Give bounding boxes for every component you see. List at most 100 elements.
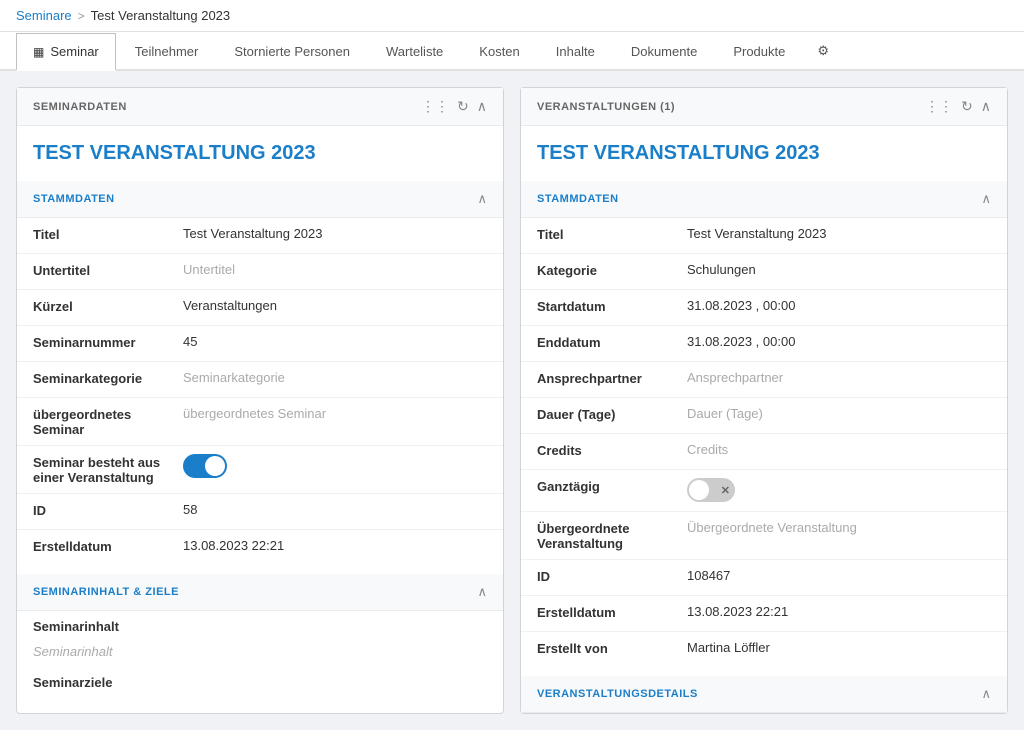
settings-icon: ⚙ (817, 43, 829, 59)
toggle-on[interactable] (183, 454, 227, 478)
r-field-id-label: ID (537, 568, 687, 584)
r-field-enddatum-label: Enddatum (537, 334, 687, 350)
breadcrumb-link[interactable]: Seminare (16, 8, 72, 23)
field-seminarkategorie-label: Seminarkategorie (33, 370, 183, 386)
r-field-ansprechpartner-label: Ansprechpartner (537, 370, 687, 386)
left-seminarinhalt-label: SEMINARINHALT & ZIELE (33, 586, 179, 598)
tab-produkte-label: Produkte (733, 44, 785, 59)
left-stammdaten-chevron[interactable]: ∧ (477, 191, 487, 207)
r-field-titel-label: Titel (537, 226, 687, 242)
right-stammdaten-chevron[interactable]: ∧ (981, 191, 991, 207)
tab-kosten-label: Kosten (479, 44, 519, 59)
r-field-credits-label: Credits (537, 442, 687, 458)
field-seminarnummer: Seminarnummer 45 (17, 326, 503, 362)
tab-stornierte-label: Stornierte Personen (234, 44, 350, 59)
breadcrumb: Seminare > Test Veranstaltung 2023 (0, 0, 1024, 32)
field-untertitel-value: Untertitel (183, 262, 487, 277)
field-erstelldatum: Erstelldatum 13.08.2023 22:21 (17, 530, 503, 566)
left-panel-actions: ⋮⋮ ↻ ∧ (421, 98, 487, 115)
seminar-icon: ▦ (33, 45, 44, 59)
r-field-erstelldatum: Erstelldatum 13.08.2023 22:21 (521, 596, 1007, 632)
main-content: SEMINARDATEN ⋮⋮ ↻ ∧ TEST VERANSTALTUNG 2… (0, 71, 1024, 730)
right-veranstaltungsdetails-chevron[interactable]: ∧ (981, 686, 991, 702)
tab-teilnehmer[interactable]: Teilnehmer (118, 33, 216, 69)
field-seminarkategorie: Seminarkategorie Seminarkategorie (17, 362, 503, 398)
tab-produkte[interactable]: Produkte (716, 33, 802, 69)
left-stammdaten-content: Titel Test Veranstaltung 2023 Untertitel… (17, 218, 503, 566)
r-field-ganztagig-label: Ganztägig (537, 478, 687, 494)
field-uebergeordnetes-label: übergeordnetesSeminar (33, 406, 183, 437)
r-field-enddatum: Enddatum 31.08.2023 , 00:00 (521, 326, 1007, 362)
field-besteht-toggle[interactable] (183, 454, 487, 478)
tab-stornierte[interactable]: Stornierte Personen (217, 33, 367, 69)
r-field-ganztagig-toggle[interactable]: ✕ (687, 478, 991, 503)
r-field-id-value: 108467 (687, 568, 991, 583)
right-veranstaltungsdetails-label: VERANSTALTUNGSDETAILS (537, 688, 698, 700)
field-besteht-label: Seminar besteht auseiner Veranstaltung (33, 454, 183, 485)
r-field-startdatum: Startdatum 31.08.2023 , 00:00 (521, 290, 1007, 326)
r-field-dauer: Dauer (Tage) Dauer (Tage) (521, 398, 1007, 434)
field-besteht: Seminar besteht auseiner Veranstaltung (17, 446, 503, 494)
left-panel-header: SEMINARDATEN ⋮⋮ ↻ ∧ (17, 88, 503, 126)
r-field-uebergeordnete-label: ÜbergeordneteVeranstaltung (537, 520, 687, 551)
r-field-uebergeordnete-value: Übergeordnete Veranstaltung (687, 520, 991, 535)
tab-inhalte[interactable]: Inhalte (539, 33, 612, 69)
field-kuerzel-value: Veranstaltungen (183, 298, 487, 313)
tab-dokumente[interactable]: Dokumente (614, 33, 714, 69)
r-field-kategorie-label: Kategorie (537, 262, 687, 278)
field-erstelldatum-value: 13.08.2023 22:21 (183, 538, 487, 553)
tab-kosten[interactable]: Kosten (462, 33, 536, 69)
r-field-dauer-value: Dauer (Tage) (687, 406, 991, 421)
tab-inhalte-label: Inhalte (556, 44, 595, 59)
toggle-off-track[interactable]: ✕ (687, 478, 735, 502)
field-uebergeordnetes-value: übergeordnetes Seminar (183, 406, 487, 421)
collapse-icon[interactable]: ∧ (477, 98, 487, 115)
refresh-icon[interactable]: ↻ (457, 98, 469, 115)
field-id: ID 58 (17, 494, 503, 530)
right-panel-actions: ⋮⋮ ↻ ∧ (925, 98, 991, 115)
r-field-erstelldatum-label: Erstelldatum (537, 604, 687, 620)
seminarziele-label: Seminarziele (17, 667, 503, 692)
field-untertitel-label: Untertitel (33, 262, 183, 278)
tab-teilnehmer-label: Teilnehmer (135, 44, 199, 59)
right-stammdaten-content: Titel Test Veranstaltung 2023 Kategorie … (521, 218, 1007, 668)
field-seminarkategorie-value: Seminarkategorie (183, 370, 487, 385)
tab-warteliste[interactable]: Warteliste (369, 33, 460, 69)
r-field-erstelldatum-value: 13.08.2023 22:21 (687, 604, 991, 619)
tab-warteliste-label: Warteliste (386, 44, 443, 59)
field-untertitel: Untertitel Untertitel (17, 254, 503, 290)
r-field-erstellt-von-label: Erstellt von (537, 640, 687, 656)
toggle-off-thumb (689, 480, 709, 500)
seminarinhalt-placeholder[interactable]: Seminarinhalt (17, 636, 503, 667)
toggle-thumb (205, 456, 225, 476)
left-seminarinhalt-chevron[interactable]: ∧ (477, 584, 487, 600)
r-field-credits: Credits Credits (521, 434, 1007, 470)
left-seminarinhalt-header: SEMINARINHALT & ZIELE ∧ (17, 574, 503, 611)
field-titel-value: Test Veranstaltung 2023 (183, 226, 487, 241)
field-uebergeordnetes: übergeordnetesSeminar übergeordnetes Sem… (17, 398, 503, 446)
right-grid-icon[interactable]: ⋮⋮ (925, 98, 953, 115)
right-panel: VERANSTALTUNGEN (1) ⋮⋮ ↻ ∧ TEST VERANSTA… (520, 87, 1008, 714)
toggle-x-symbol: ✕ (721, 484, 730, 497)
r-field-dauer-label: Dauer (Tage) (537, 406, 687, 422)
right-collapse-icon[interactable]: ∧ (981, 98, 991, 115)
left-section-title: TEST VERANSTALTUNG 2023 (17, 126, 503, 173)
r-field-ansprechpartner-value: Ansprechpartner (687, 370, 991, 385)
left-panel-title: SEMINARDATEN (33, 101, 127, 113)
tab-seminar[interactable]: ▦ Seminar (16, 33, 116, 71)
tab-settings[interactable]: ⚙ (804, 32, 842, 69)
right-stammdaten-header: STAMMDATEN ∧ (521, 181, 1007, 218)
right-refresh-icon[interactable]: ↻ (961, 98, 973, 115)
left-stammdaten-header: STAMMDATEN ∧ (17, 181, 503, 218)
r-field-erstellt-von: Erstellt von Martina Löffler (521, 632, 1007, 668)
right-stammdaten-label: STAMMDATEN (537, 193, 619, 205)
r-field-id: ID 108467 (521, 560, 1007, 596)
grid-icon[interactable]: ⋮⋮ (421, 98, 449, 115)
r-field-uebergeordnete: ÜbergeordneteVeranstaltung Übergeordnete… (521, 512, 1007, 560)
left-panel-body: TEST VERANSTALTUNG 2023 STAMMDATEN ∧ Tit… (17, 126, 503, 692)
left-seminarinhalt-content: Seminarinhalt Seminarinhalt Seminarziele (17, 611, 503, 692)
right-section-title: TEST VERANSTALTUNG 2023 (521, 126, 1007, 173)
r-field-startdatum-label: Startdatum (537, 298, 687, 314)
right-panel-header: VERANSTALTUNGEN (1) ⋮⋮ ↻ ∧ (521, 88, 1007, 126)
tab-dokumente-label: Dokumente (631, 44, 697, 59)
